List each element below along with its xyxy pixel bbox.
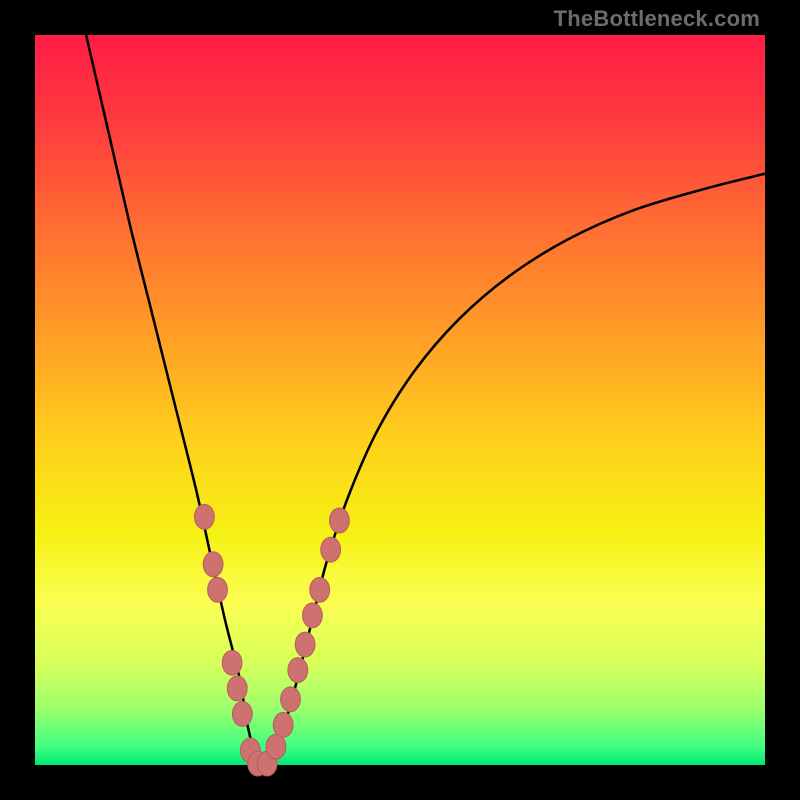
- chart-curve-layer: [35, 35, 765, 765]
- data-marker: [222, 650, 242, 675]
- chart-stage: TheBottleneck.com: [0, 0, 800, 800]
- data-marker: [295, 632, 315, 657]
- data-marker: [266, 734, 286, 759]
- data-marker: [303, 603, 323, 628]
- data-marker: [310, 577, 330, 602]
- data-marker: [330, 508, 350, 533]
- data-marker: [288, 658, 308, 683]
- data-marker: [321, 537, 341, 562]
- watermark-text: TheBottleneck.com: [554, 6, 760, 32]
- data-marker: [273, 712, 293, 737]
- curve-markers: [195, 504, 350, 776]
- data-marker: [195, 504, 215, 529]
- bottleneck-curve: [86, 35, 765, 765]
- data-marker: [208, 577, 228, 602]
- data-marker: [281, 687, 301, 712]
- data-marker: [227, 676, 247, 701]
- plot-area: [35, 35, 765, 765]
- data-marker: [232, 701, 252, 726]
- data-marker: [203, 552, 223, 577]
